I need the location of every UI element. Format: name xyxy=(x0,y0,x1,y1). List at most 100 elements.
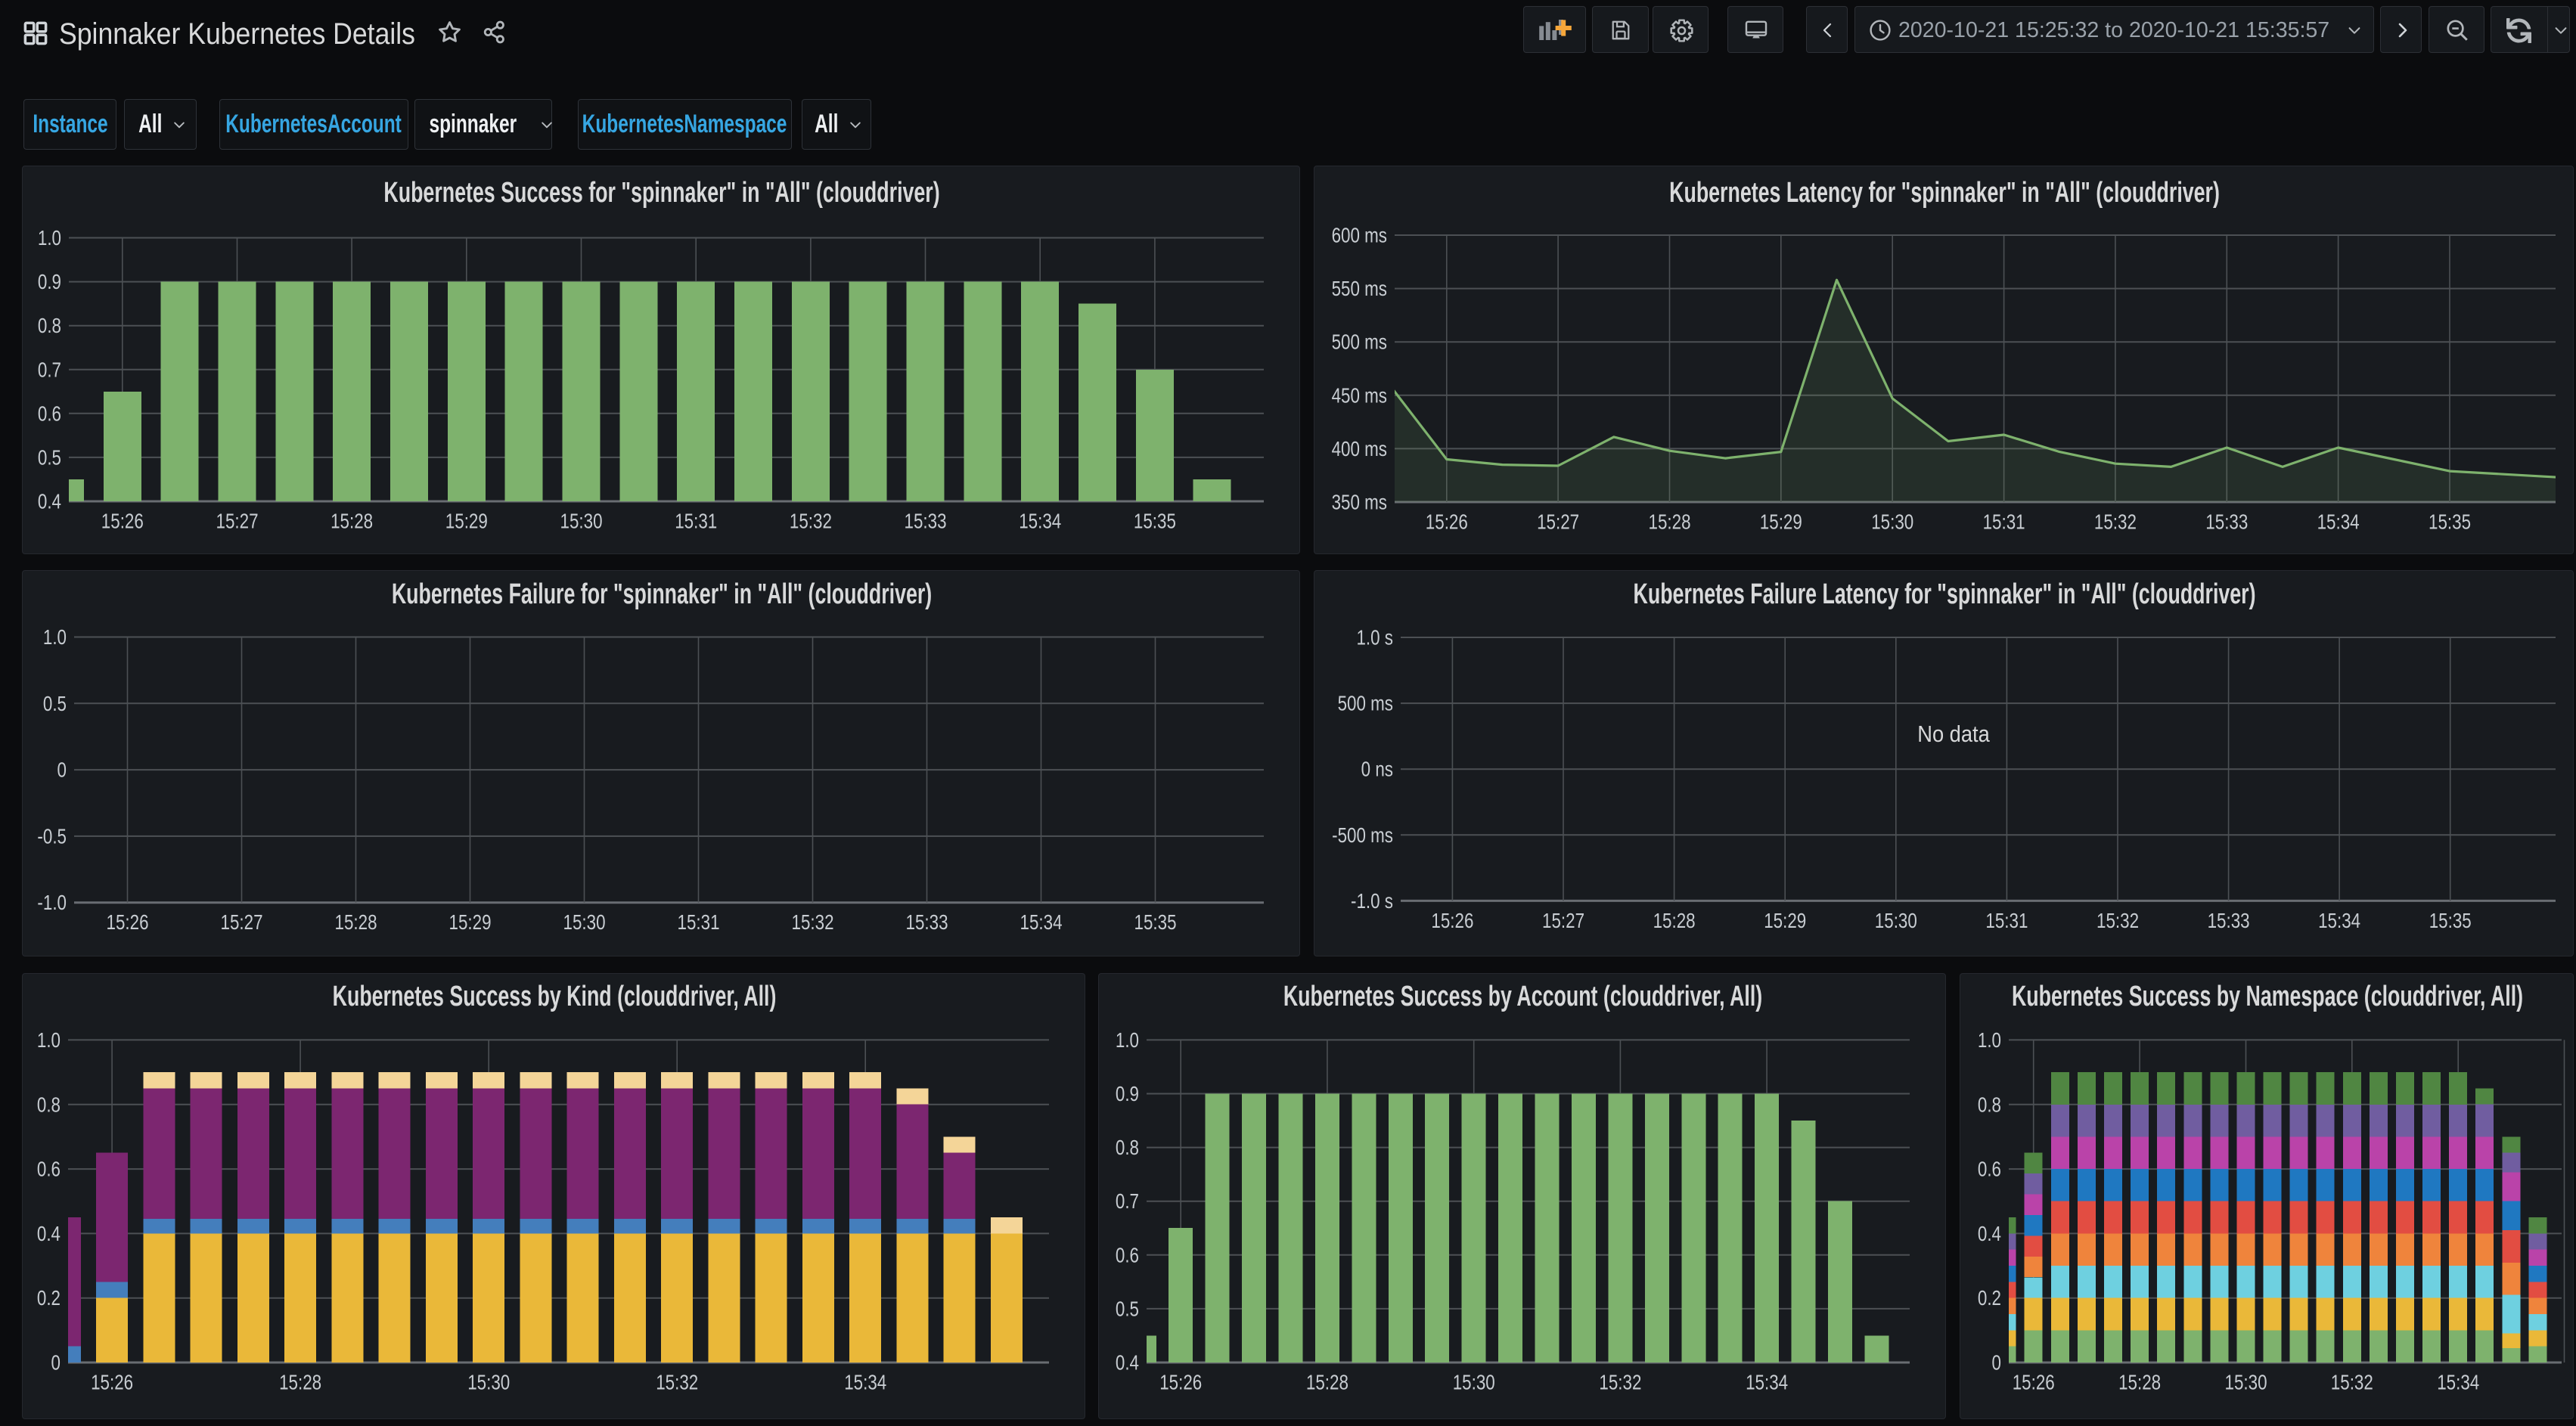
svg-text:0.8: 0.8 xyxy=(38,315,61,338)
svg-text:500 ms: 500 ms xyxy=(1338,692,1393,715)
svg-text:-500 ms: -500 ms xyxy=(1332,824,1393,848)
svg-text:-1.0 s: -1.0 s xyxy=(1351,890,1393,913)
svg-text:0.5: 0.5 xyxy=(38,446,61,470)
svg-text:15:26: 15:26 xyxy=(106,911,148,935)
svg-text:1.0: 1.0 xyxy=(1978,1029,2001,1052)
svg-text:-0.5: -0.5 xyxy=(37,825,67,848)
svg-text:15:31: 15:31 xyxy=(1983,510,2025,534)
svg-text:0 ns: 0 ns xyxy=(1361,758,1393,781)
svg-text:15:30: 15:30 xyxy=(560,510,602,533)
svg-text:0.2: 0.2 xyxy=(37,1287,61,1310)
svg-text:0: 0 xyxy=(51,1351,61,1375)
svg-text:0.6: 0.6 xyxy=(37,1158,61,1181)
svg-text:15:27: 15:27 xyxy=(1542,910,1584,933)
svg-text:No data: No data xyxy=(1917,721,1990,747)
svg-text:15:28: 15:28 xyxy=(1306,1371,1349,1394)
svg-text:0.5: 0.5 xyxy=(1116,1297,1139,1321)
svg-text:Kubernetes Success by Namespac: Kubernetes Success by Namespace (clouddr… xyxy=(2012,979,2523,1012)
svg-text:15:27: 15:27 xyxy=(220,911,262,935)
svg-text:15:35: 15:35 xyxy=(1134,911,1176,935)
svg-text:15:35: 15:35 xyxy=(2429,910,2472,933)
svg-text:15:26: 15:26 xyxy=(1159,1371,1202,1394)
svg-text:600 ms: 600 ms xyxy=(1332,224,1387,247)
svg-text:15:26: 15:26 xyxy=(101,510,144,533)
svg-text:1.0: 1.0 xyxy=(38,227,61,250)
svg-text:450 ms: 450 ms xyxy=(1332,384,1387,408)
svg-text:15:26: 15:26 xyxy=(1431,910,1473,933)
svg-text:Kubernetes Success by Account: Kubernetes Success by Account (clouddriv… xyxy=(1283,979,1762,1012)
svg-text:0.4: 0.4 xyxy=(37,1223,61,1246)
svg-text:15:29: 15:29 xyxy=(1760,510,1802,534)
svg-text:15:28: 15:28 xyxy=(1653,910,1696,933)
svg-text:-1.0: -1.0 xyxy=(37,891,67,915)
svg-text:15:33: 15:33 xyxy=(905,911,948,935)
svg-text:15:28: 15:28 xyxy=(1648,510,1690,534)
svg-text:15:26: 15:26 xyxy=(2013,1371,2055,1394)
svg-text:350 ms: 350 ms xyxy=(1332,491,1387,514)
svg-text:0: 0 xyxy=(57,758,67,782)
svg-text:15:30: 15:30 xyxy=(1453,1371,1495,1394)
svg-text:0.4: 0.4 xyxy=(1116,1351,1139,1375)
svg-text:1.0: 1.0 xyxy=(1116,1029,1139,1052)
svg-text:15:30: 15:30 xyxy=(467,1371,510,1394)
svg-text:Kubernetes Latency for "spinna: Kubernetes Latency for "spinnaker" in "A… xyxy=(1669,175,2220,208)
svg-text:0.6: 0.6 xyxy=(1978,1158,2001,1181)
svg-text:15:30: 15:30 xyxy=(1875,910,1917,933)
svg-text:15:32: 15:32 xyxy=(790,510,832,533)
svg-text:0.9: 0.9 xyxy=(38,271,61,294)
svg-text:15:29: 15:29 xyxy=(1764,910,1806,933)
svg-text:0.9: 0.9 xyxy=(1116,1083,1139,1106)
svg-text:0.8: 0.8 xyxy=(37,1093,61,1117)
svg-text:0.5: 0.5 xyxy=(43,693,67,716)
svg-text:15:34: 15:34 xyxy=(1019,510,1061,533)
svg-text:1.0: 1.0 xyxy=(43,626,67,649)
svg-text:0.4: 0.4 xyxy=(38,490,61,513)
svg-text:0.7: 0.7 xyxy=(1116,1190,1139,1214)
svg-text:15:28: 15:28 xyxy=(279,1371,321,1394)
svg-text:15:35: 15:35 xyxy=(1134,510,1176,533)
svg-text:0.8: 0.8 xyxy=(1116,1136,1139,1160)
svg-text:15:30: 15:30 xyxy=(563,911,605,935)
svg-text:15:28: 15:28 xyxy=(334,911,377,935)
svg-text:0.7: 0.7 xyxy=(38,358,61,382)
svg-text:500 ms: 500 ms xyxy=(1332,330,1387,354)
svg-text:15:32: 15:32 xyxy=(2331,1371,2373,1394)
svg-text:15:31: 15:31 xyxy=(677,911,719,935)
svg-text:Kubernetes Failure Latency for: Kubernetes Failure Latency for "spinnake… xyxy=(1633,577,2255,609)
svg-text:15:35: 15:35 xyxy=(2429,510,2471,534)
svg-text:400 ms: 400 ms xyxy=(1332,438,1387,461)
svg-text:15:31: 15:31 xyxy=(1985,910,2028,933)
svg-text:15:28: 15:28 xyxy=(331,510,373,533)
svg-text:0.8: 0.8 xyxy=(1978,1093,2001,1117)
svg-text:1.0: 1.0 xyxy=(37,1029,61,1052)
svg-text:0.6: 0.6 xyxy=(38,402,61,426)
svg-text:15:34: 15:34 xyxy=(2437,1371,2479,1394)
svg-text:15:32: 15:32 xyxy=(1599,1371,1641,1394)
svg-text:550 ms: 550 ms xyxy=(1332,277,1387,301)
svg-text:15:30: 15:30 xyxy=(1871,510,1913,534)
svg-text:0.6: 0.6 xyxy=(1116,1244,1139,1267)
svg-text:15:27: 15:27 xyxy=(216,510,258,533)
svg-text:Kubernetes Failure for "spinna: Kubernetes Failure for "spinnaker" in "A… xyxy=(392,577,932,609)
svg-text:0: 0 xyxy=(1992,1351,2001,1375)
svg-text:15:32: 15:32 xyxy=(2094,510,2137,534)
svg-text:15:26: 15:26 xyxy=(1426,510,1468,534)
svg-text:Kubernetes Success by Kind (cl: Kubernetes Success by Kind (clouddriver,… xyxy=(333,979,777,1012)
svg-text:15:33: 15:33 xyxy=(2205,510,2248,534)
svg-text:15:28: 15:28 xyxy=(2118,1371,2161,1394)
svg-text:Kubernetes Success for "spinna: Kubernetes Success for "spinnaker" in "A… xyxy=(383,175,939,208)
svg-text:15:32: 15:32 xyxy=(2096,910,2139,933)
svg-text:15:27: 15:27 xyxy=(1537,510,1579,534)
svg-text:15:34: 15:34 xyxy=(844,1371,886,1394)
svg-text:15:32: 15:32 xyxy=(791,911,833,935)
svg-text:15:34: 15:34 xyxy=(1746,1371,1788,1394)
svg-text:15:26: 15:26 xyxy=(91,1371,133,1394)
svg-text:0.2: 0.2 xyxy=(1978,1287,2001,1310)
svg-text:1.0 s: 1.0 s xyxy=(1356,626,1393,649)
svg-text:15:34: 15:34 xyxy=(2318,910,2360,933)
svg-text:15:34: 15:34 xyxy=(2317,510,2360,534)
svg-text:15:34: 15:34 xyxy=(1020,911,1062,935)
svg-text:15:29: 15:29 xyxy=(445,510,488,533)
svg-text:15:29: 15:29 xyxy=(448,911,491,935)
svg-text:0.4: 0.4 xyxy=(1978,1223,2001,1246)
